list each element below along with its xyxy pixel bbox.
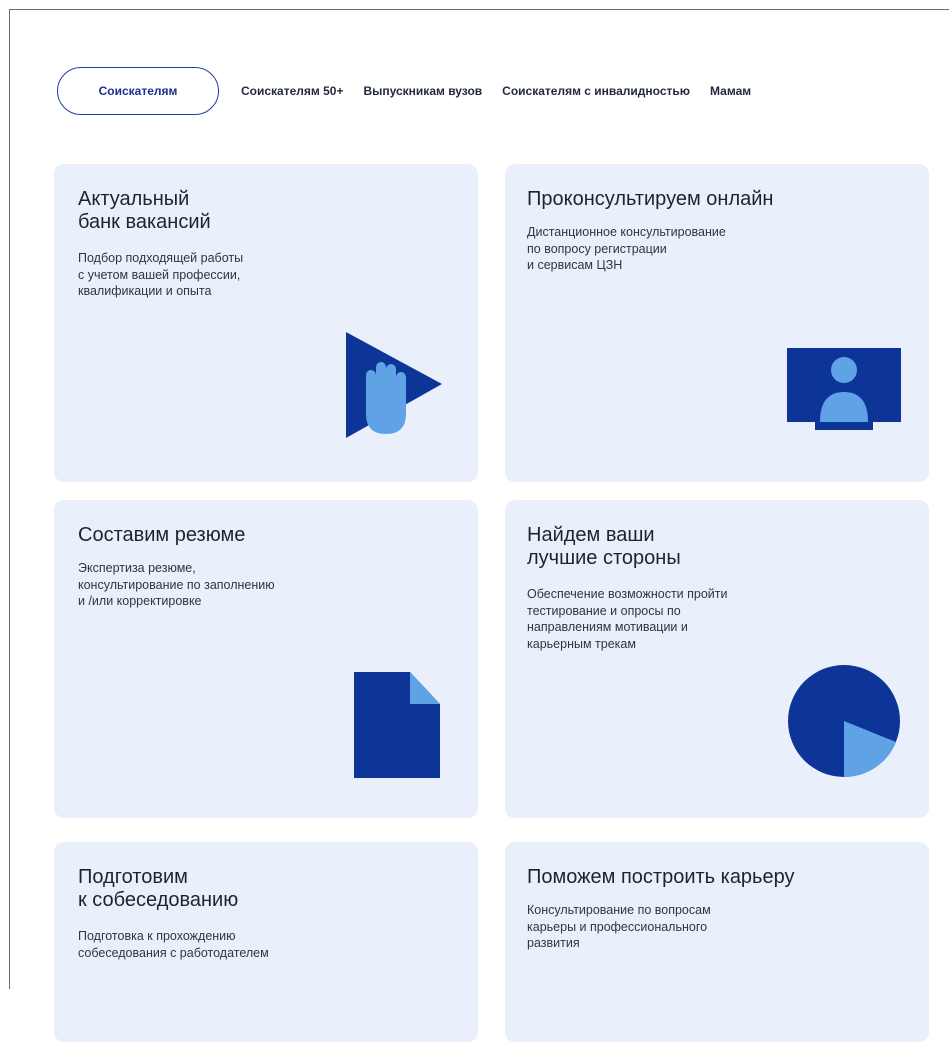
- card-resume[interactable]: Составим резюме Экспертиза резюме, консу…: [54, 500, 478, 818]
- card-online-consultation[interactable]: Проконсультируем онлайн Дистанционное ко…: [505, 164, 929, 482]
- card-description: Дистанционное консультирование по вопрос…: [527, 225, 726, 272]
- document-icon: [354, 672, 440, 778]
- card-title: Поможем построить карьеру: [527, 866, 795, 888]
- card-description: Экспертиза резюме, консультирование по з…: [78, 561, 275, 608]
- card-title: Подготовим к собеседованию: [78, 866, 239, 911]
- card-title: Составим резюме: [78, 524, 246, 546]
- card-description: Подготовка к прохождению собеседования с…: [78, 929, 269, 960]
- card-title: Найдем ваши лучшие стороны: [527, 524, 681, 569]
- play-hand-icon: [346, 332, 442, 438]
- card-description: Консультирование по вопросам карьеры и п…: [527, 903, 711, 950]
- audience-tabs: Соискателям Соискателям 50+ Выпускникам …: [57, 67, 771, 115]
- card-strengths[interactable]: Найдем ваши лучшие стороны Обеспечение в…: [505, 500, 929, 818]
- card-interview[interactable]: Подготовим к собеседованию Подготовка к …: [54, 842, 478, 1042]
- card-description: Обеспечение возможности пройти тестирова…: [527, 587, 728, 651]
- card-title: Проконсультируем онлайн: [527, 188, 774, 210]
- tab-job-seekers-50-plus[interactable]: Соискателям 50+: [241, 84, 343, 98]
- card-career[interactable]: Поможем построить карьеру Консультирован…: [505, 842, 929, 1042]
- tab-job-seekers[interactable]: Соискателям: [57, 67, 219, 115]
- card-vacancy-bank[interactable]: Актуальный банк вакансий Подбор подходящ…: [54, 164, 478, 482]
- pie-chart-icon: [788, 665, 900, 778]
- tab-graduates[interactable]: Выпускникам вузов: [363, 84, 482, 98]
- card-title: Актуальный банк вакансий: [78, 188, 211, 233]
- monitor-user-icon: [787, 348, 901, 430]
- tab-mothers[interactable]: Мамам: [710, 84, 751, 98]
- tab-disabled-seekers[interactable]: Соискателям с инвалидностью: [502, 84, 690, 98]
- card-description: Подбор подходящей работы с учетом вашей …: [78, 251, 244, 298]
